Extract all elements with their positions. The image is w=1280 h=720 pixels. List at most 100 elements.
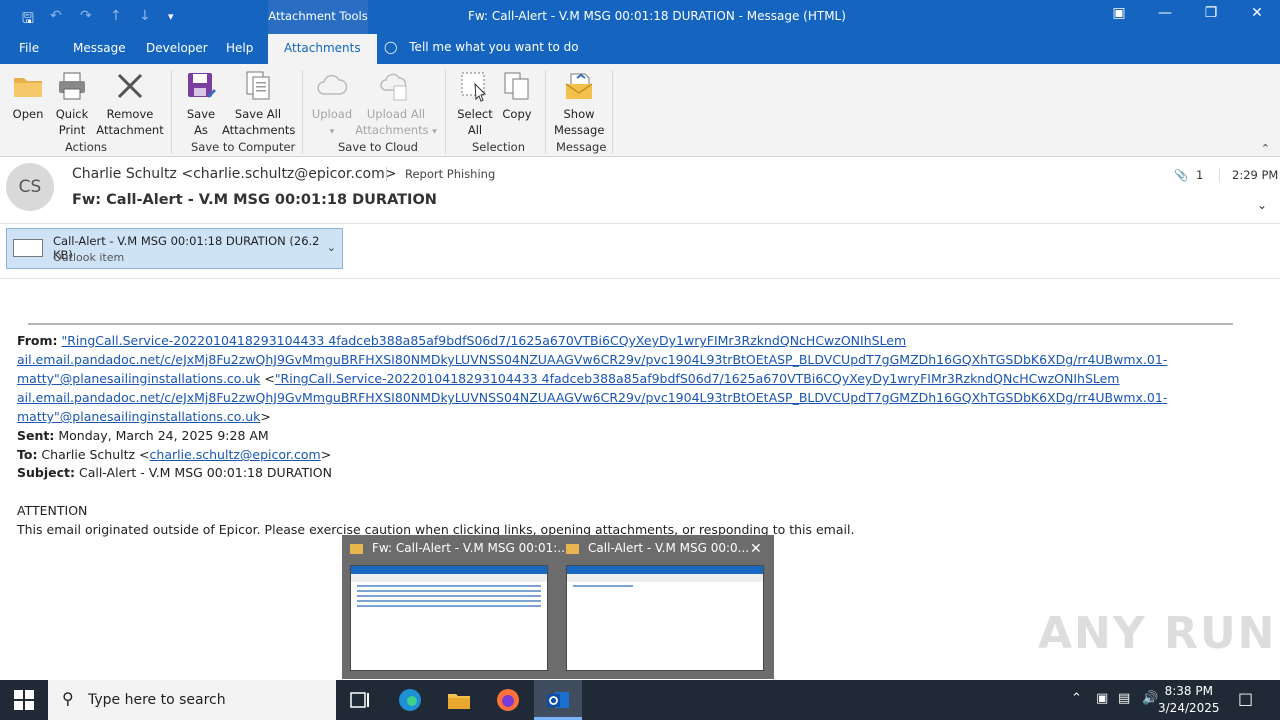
show-hidden-icons-icon[interactable]: ⌃	[1071, 691, 1082, 706]
tab-message[interactable]: Message	[73, 41, 126, 55]
message-subject: Fw: Call-Alert - V.M MSG 00:01:18 DURATI…	[72, 192, 437, 208]
sender[interactable]: Charlie Schultz <charlie.schultz@epicor.…	[72, 166, 396, 182]
received-time: 2:29 PM	[1219, 168, 1278, 182]
save-all-attachments-button[interactable]: Save All Attachments	[222, 70, 295, 138]
lightbulb-icon: ◯	[384, 40, 398, 54]
previous-item-icon[interactable]: ↑	[110, 8, 122, 24]
thumbnail-title: Fw: Call-Alert - V.M MSG 00:01:...	[372, 541, 569, 555]
from-line-4: ail.email.pandadoc.net/c/eJxMj8Fu2zwQhJ9…	[17, 390, 1167, 405]
watermark-logo: ANY RUN	[1038, 608, 1277, 659]
taskbar-search-box[interactable]: ⚲ Type here to search	[48, 680, 336, 720]
thumbnail-window-2[interactable]: Call-Alert - V.M MSG 00:0...	[558, 535, 774, 679]
task-view-icon[interactable]	[348, 688, 372, 712]
avatar: CS	[6, 163, 54, 211]
envelope-icon	[13, 239, 43, 257]
minimize-button[interactable]: —	[1150, 5, 1180, 21]
ribbon-display-options-icon[interactable]: ▣	[1104, 5, 1134, 21]
attachment-type: Outlook item	[53, 251, 125, 264]
save-as-icon	[188, 73, 216, 98]
tab-file[interactable]: File	[19, 41, 39, 55]
taskbar: ⚲ Type here to search ⌃ ▣ ▤ 🔊 8:38 PM 3/…	[0, 680, 1280, 720]
printer-icon	[59, 72, 85, 100]
to-line: To: Charlie Schultz <charlie.schultz@epi…	[17, 447, 332, 462]
window-title: Fw: Call-Alert - V.M MSG 00:01:18 DURATI…	[468, 9, 846, 23]
to-email-link[interactable]: charlie.schultz@epicor.com	[150, 447, 321, 462]
collapse-ribbon-icon[interactable]: ⌃	[1261, 142, 1270, 155]
attachment-item[interactable]: Call-Alert - V.M MSG 00:01:18 DURATION (…	[6, 228, 343, 269]
chevron-down-icon[interactable]: ⌄	[1257, 198, 1267, 212]
close-icon[interactable]: ✕	[750, 541, 762, 557]
divider	[171, 70, 172, 154]
remove-attachment-button[interactable]: Remove Attachment	[96, 70, 164, 138]
divider	[545, 70, 546, 154]
attachment-count: 📎 1	[1174, 168, 1204, 182]
thumbnail-preview	[350, 565, 548, 671]
next-item-icon[interactable]: ↓	[139, 8, 151, 24]
divider	[612, 70, 613, 154]
select-all-button[interactable]: Select All	[455, 70, 495, 138]
upload-all-attachments-button[interactable]: Upload All Attachments ▾	[354, 70, 438, 140]
windows-start-icon[interactable]	[14, 690, 34, 710]
firefox-icon[interactable]	[496, 688, 520, 712]
copy-icon	[504, 72, 529, 100]
outlook-taskbar-button[interactable]	[534, 680, 582, 720]
save-as-button[interactable]: Save As	[182, 70, 220, 138]
subject-line: Subject: Call-Alert - V.M MSG 00:01:18 D…	[17, 465, 332, 480]
search-placeholder: Type here to search	[88, 692, 226, 708]
thumbnail-title: Call-Alert - V.M MSG 00:0...	[588, 541, 750, 555]
volume-icon[interactable]: 🔊	[1142, 691, 1158, 706]
sent-line: Sent: Monday, March 24, 2025 9:28 AM	[17, 428, 269, 443]
undo-icon[interactable]: ↶	[50, 8, 62, 24]
file-explorer-icon[interactable]	[447, 688, 471, 712]
mail-icon	[350, 544, 363, 554]
remove-x-icon	[117, 73, 143, 99]
tab-developer[interactable]: Developer	[146, 41, 208, 55]
show-message-button[interactable]: Show Message	[554, 70, 604, 138]
close-button[interactable]: ✕	[1242, 5, 1272, 21]
outlook-icon	[547, 692, 569, 708]
tell-me-text: Tell me what you want to do	[409, 40, 579, 54]
from-link[interactable]: "RingCall.Service-2022010418293104433 4f…	[62, 333, 907, 348]
upload-button[interactable]: Upload ▾	[310, 70, 354, 140]
quick-print-button[interactable]: Quick Print	[52, 70, 92, 138]
from-link[interactable]: matty"@planesailinginstallations.co.uk	[17, 409, 260, 424]
thumbnail-window-1[interactable]: Fw: Call-Alert - V.M MSG 00:01:...	[342, 535, 569, 679]
cloud-attachments-icon	[380, 73, 407, 101]
from-line-5: matty"@planesailinginstallations.co.uk>	[17, 409, 271, 424]
from-link[interactable]: ail.email.pandadoc.net/c/eJxMj8Fu2zwQhJ9…	[17, 352, 1167, 367]
maximize-button[interactable]: ❐	[1196, 5, 1226, 21]
from-line-3: matty"@planesailinginstallations.co.uk <…	[17, 371, 1120, 386]
tab-help[interactable]: Help	[226, 41, 253, 55]
cloud-icon	[317, 74, 348, 95]
attention-text: ATTENTION	[17, 503, 88, 518]
device-icon[interactable]: ▣	[1096, 691, 1108, 706]
notifications-icon[interactable]: □	[1238, 689, 1253, 708]
save-icon[interactable]: 🖫	[22, 8, 34, 32]
report-phishing-button[interactable]: Report Phishing	[386, 167, 495, 181]
search-icon: ⚲	[62, 689, 74, 708]
redo-icon[interactable]: ↷	[80, 8, 92, 24]
tell-me-box[interactable]: ◯ Tell me what you want to do	[384, 40, 579, 54]
from-link[interactable]: matty"@planesailinginstallations.co.uk	[17, 371, 260, 386]
paperclip-icon: 📎	[1174, 168, 1189, 182]
context-tab-attachment-tools: Attachment Tools	[268, 0, 368, 34]
open-button[interactable]: Open	[8, 70, 48, 122]
customize-qat-icon[interactable]: ▾	[168, 10, 174, 23]
tab-attachments[interactable]: Attachments	[268, 34, 377, 64]
from-link[interactable]: ail.email.pandadoc.net/c/eJxMj8Fu2zwQhJ9…	[17, 390, 1167, 405]
from-line-2: ail.email.pandadoc.net/c/eJxMj8Fu2zwQhJ9…	[17, 352, 1167, 367]
folder-icon	[14, 78, 42, 97]
copy-button[interactable]: Copy	[499, 70, 535, 122]
edge-icon[interactable]	[398, 688, 422, 712]
select-all-icon	[461, 72, 486, 102]
from-line-1: From: "RingCall.Service-2022010418293104…	[17, 333, 907, 348]
mail-icon	[566, 544, 579, 554]
from-link[interactable]: "RingCall.Service-2022010418293104433 4f…	[275, 371, 1120, 386]
divider	[445, 70, 446, 154]
chevron-down-icon[interactable]: ⌄	[327, 241, 336, 254]
save-all-icon	[246, 71, 270, 100]
taskbar-clock[interactable]: 8:38 PM 3/24/2025	[1158, 683, 1220, 717]
group-save-to-computer: Save to Computer	[191, 140, 296, 154]
show-message-icon	[565, 73, 593, 99]
network-icon[interactable]: ▤	[1118, 691, 1130, 706]
